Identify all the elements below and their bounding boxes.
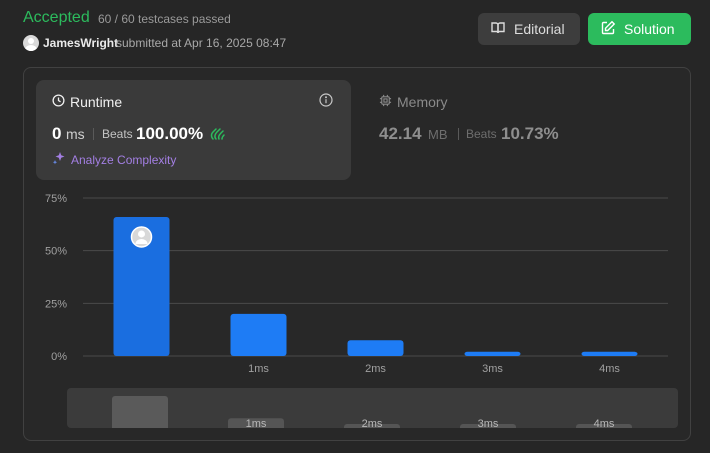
x-tick-label: 4ms — [599, 363, 620, 375]
x-tick-label: 1ms — [248, 363, 269, 375]
divider — [458, 128, 459, 140]
runtime-unit: ms — [66, 126, 85, 142]
editorial-label: Editorial — [514, 21, 565, 37]
chart-bar[interactable] — [581, 351, 638, 356]
memory-beats-label: Beats — [466, 127, 497, 141]
edit-icon — [600, 20, 624, 39]
submitted-time: submitted at Apr 16, 2025 08:47 — [116, 36, 287, 50]
runtime-distribution-chart[interactable]: 0% 25% 50% 75% 1ms 2ms 3ms 4ms — [36, 190, 676, 380]
y-tick-label: 0% — [51, 351, 67, 363]
runtime-beats-value: 100.00% — [136, 124, 204, 143]
status-label: Accepted — [23, 9, 90, 26]
x-tick-label: 2ms — [365, 363, 386, 375]
editorial-button[interactable]: Editorial — [478, 13, 580, 45]
runtime-title-label: Runtime — [70, 94, 123, 110]
memory-beats-value: 10.73% — [501, 124, 559, 143]
memory-unit: MB — [428, 127, 448, 142]
user-position-avatar-head — [138, 230, 145, 238]
sparkle-icon — [52, 151, 71, 168]
username-link[interactable]: JamesWright — [43, 36, 118, 50]
runtime-beats-label: Beats — [102, 127, 133, 141]
navigator-bar[interactable] — [112, 396, 168, 428]
solution-button[interactable]: Solution — [588, 13, 691, 45]
user-avatar[interactable] — [23, 35, 39, 51]
chart-bar[interactable] — [230, 313, 287, 356]
clap-icon — [210, 127, 226, 146]
divider — [93, 128, 94, 140]
memory-title[interactable]: Memory — [379, 94, 448, 110]
runtime-title: Runtime — [52, 94, 122, 110]
chart-bar[interactable] — [347, 340, 404, 356]
navigator-label: 4ms — [594, 418, 615, 428]
clock-icon — [52, 94, 70, 110]
y-tick-label: 75% — [45, 193, 67, 205]
memory-value: 42.14 — [379, 124, 422, 143]
chart-navigator[interactable]: 1ms 2ms 3ms 4ms — [67, 388, 678, 428]
solution-label: Solution — [624, 21, 675, 37]
navigator-label: 1ms — [246, 418, 267, 428]
chart-bar[interactable] — [464, 351, 521, 356]
analyze-complexity-link[interactable]: Analyze Complexity — [52, 151, 176, 168]
memory-title-label: Memory — [397, 94, 448, 110]
x-tick-label: 3ms — [482, 363, 503, 375]
navigator-label: 3ms — [478, 418, 499, 428]
analyze-label: Analyze Complexity — [71, 152, 177, 167]
testcases-passed: 60 / 60 testcases passed — [98, 12, 231, 26]
y-tick-label: 50% — [45, 246, 67, 258]
y-tick-label: 25% — [45, 298, 67, 310]
chip-icon — [379, 94, 397, 110]
info-icon[interactable] — [319, 93, 333, 112]
runtime-value: 0 — [52, 124, 62, 143]
book-icon — [490, 20, 514, 39]
navigator-label: 2ms — [362, 418, 383, 428]
